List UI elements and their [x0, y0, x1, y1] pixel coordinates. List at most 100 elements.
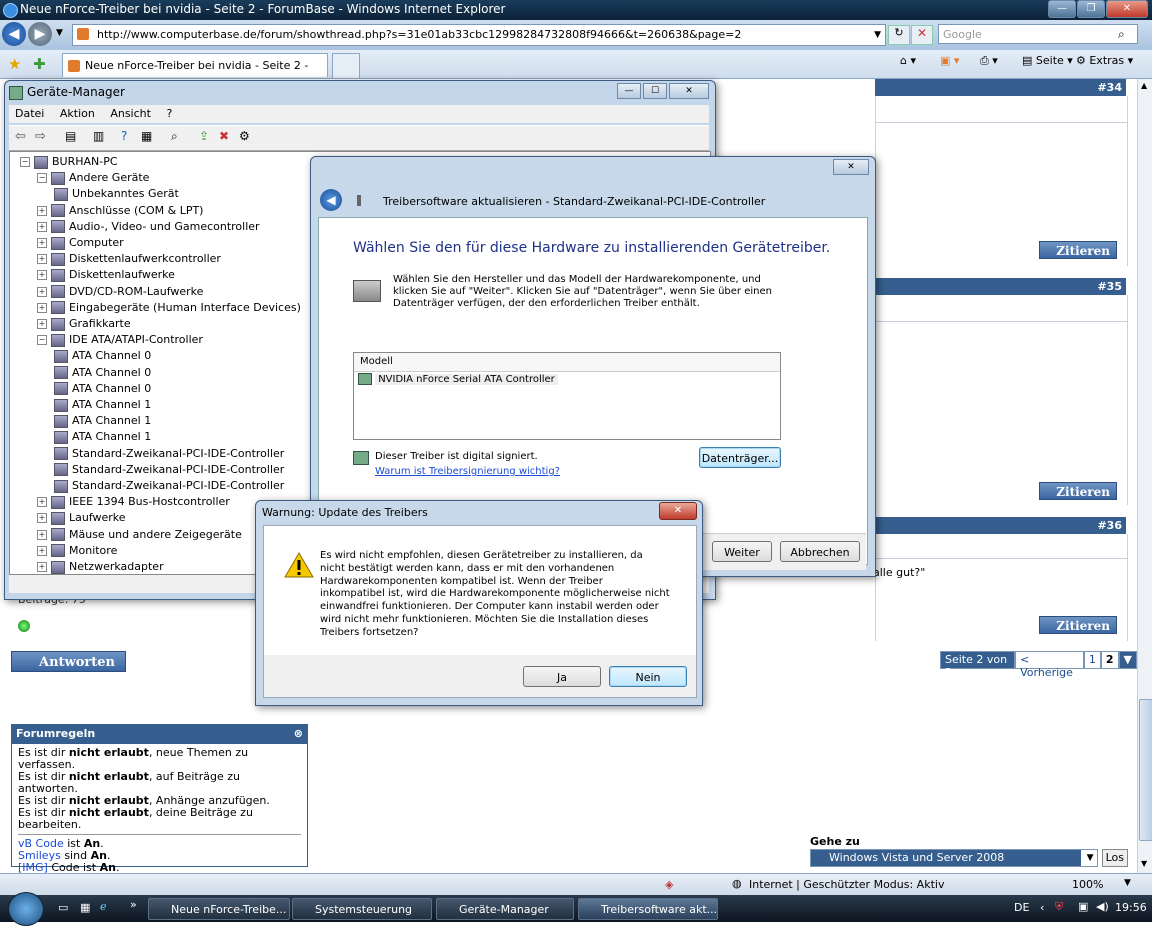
goto-dropdown-icon[interactable]: ▼ — [1087, 850, 1094, 866]
pagenav-dropdown-icon[interactable]: ▼ — [1118, 651, 1137, 669]
menu-datei[interactable]: Datei — [15, 107, 44, 120]
yes-button[interactable]: Ja — [523, 666, 601, 687]
tree-expander-icon[interactable]: + — [37, 286, 47, 297]
security-zone[interactable]: Internet | Geschützter Modus: Aktiv — [749, 878, 944, 891]
tree-node[interactable]: + Diskettenlaufwerke — [37, 267, 175, 283]
model-list[interactable]: Modell NVIDIA nForce Serial ATA Controll… — [353, 352, 781, 440]
tree-node[interactable]: + Anschlüsse (COM & LPT) — [37, 203, 203, 219]
collapse-icon[interactable]: ⊗ — [294, 727, 303, 740]
tree-node[interactable]: + Computer — [37, 235, 124, 251]
popup-blocker-icon[interactable]: ◈ — [665, 878, 673, 891]
tree-expander-icon[interactable]: + — [37, 513, 47, 524]
quote-button-35[interactable]: Zitieren — [1039, 482, 1117, 500]
wizard-back-button[interactable]: ◀ — [320, 189, 342, 211]
tree-node[interactable]: + Diskettenlaufwerkcontroller — [37, 251, 221, 267]
tree-expander-icon[interactable]: + — [37, 205, 47, 216]
tb-help-icon[interactable]: ? — [121, 129, 127, 143]
model-list-header[interactable]: Modell — [354, 353, 780, 372]
favorites-star-icon[interactable]: ★ — [8, 55, 21, 73]
no-button[interactable]: Nein — [609, 666, 687, 687]
model-list-item[interactable]: NVIDIA nForce Serial ATA Controller — [354, 372, 780, 388]
tree-node[interactable]: − BURHAN-PC — [20, 154, 118, 170]
tools-menu[interactable]: ⚙ Extras ▾ — [1076, 54, 1133, 67]
tree-node[interactable]: + DVD/CD-ROM-Laufwerke — [37, 284, 203, 300]
tree-node[interactable]: + IEEE 1394 Bus-Hostcontroller — [37, 494, 230, 510]
quote-button-36[interactable]: Zitieren — [1039, 616, 1117, 634]
signing-info-link[interactable]: Warum ist Treibersignierung wichtig? — [375, 466, 560, 477]
menu-aktion[interactable]: Aktion — [60, 107, 95, 120]
minimize-button[interactable]: — — [1048, 0, 1076, 18]
add-favorite-icon[interactable]: ✚ — [33, 55, 46, 73]
scroll-up-icon[interactable]: ▲ — [1141, 81, 1147, 90]
tray-network-icon[interactable]: ▣ — [1078, 900, 1088, 913]
history-dropdown-icon[interactable]: ▼ — [56, 28, 63, 38]
task-devmgr[interactable]: Geräte-Manager — [436, 898, 574, 920]
language-indicator[interactable]: DE — [1014, 901, 1029, 914]
tree-expander-icon[interactable]: + — [37, 221, 47, 232]
devmgr-maximize-button[interactable]: ☐ — [643, 83, 667, 99]
tree-expander-icon[interactable]: − — [37, 173, 47, 184]
tree-node[interactable]: ATA Channel 0 — [54, 365, 151, 381]
tray-volume-icon[interactable]: ◀) — [1096, 900, 1109, 913]
tree-node[interactable]: + Monitore — [37, 543, 117, 559]
tree-expander-icon[interactable]: + — [37, 270, 47, 281]
tb-properties-icon[interactable]: ▥ — [93, 129, 104, 143]
back-button[interactable]: ◀ — [2, 22, 26, 46]
pagenav-page-1[interactable]: 1 — [1083, 651, 1101, 669]
tb-back-icon[interactable]: ⇦ — [15, 129, 26, 144]
tree-node[interactable]: ATA Channel 1 — [54, 429, 151, 445]
tree-node[interactable]: + Grafikkarte — [37, 316, 131, 332]
tree-expander-icon[interactable]: + — [37, 319, 47, 329]
task-systemsteuerung[interactable]: Systemsteuerung — [292, 898, 432, 920]
warning-close-button[interactable]: ✕ — [659, 502, 697, 520]
goto-button[interactable]: Los — [1101, 849, 1128, 867]
tree-expander-icon[interactable]: + — [37, 562, 47, 572]
tree-node[interactable]: + Netzwerkadapter — [37, 559, 164, 574]
tree-node[interactable]: ATA Channel 0 — [54, 381, 151, 397]
maximize-button[interactable]: ❐ — [1077, 0, 1105, 18]
tb-scan-icon[interactable]: ⌕ — [171, 129, 178, 144]
print-icon[interactable]: ⎙ ▾ — [980, 54, 998, 68]
wizard-close-button[interactable]: ✕ — [833, 159, 869, 175]
address-url[interactable]: http://www.computerbase.de/forum/showthr… — [97, 25, 741, 45]
refresh-button[interactable]: ↻ — [888, 25, 910, 45]
cancel-button[interactable]: Abbrechen — [780, 541, 860, 562]
task-ie[interactable]: Neue nForce-Treibe... — [148, 898, 290, 920]
clock[interactable]: 19:56 — [1115, 901, 1147, 914]
quote-button-34[interactable]: Zitieren — [1039, 241, 1117, 259]
tb-update-driver-icon[interactable]: ⇪ — [199, 129, 209, 143]
switch-windows-icon[interactable]: ▦ — [80, 901, 90, 914]
tree-node[interactable]: + Laufwerke — [37, 510, 126, 526]
ie-quicklaunch-icon[interactable]: ℯ — [100, 900, 107, 913]
tray-security-icon[interactable]: ⛨ — [1055, 900, 1063, 914]
menu-ansicht[interactable]: Ansicht — [110, 107, 151, 120]
tree-node[interactable]: − IDE ATA/ATAPI-Controller — [37, 332, 203, 348]
tree-expander-icon[interactable]: + — [37, 529, 47, 540]
tree-node[interactable]: + Eingabegeräte (Human Interface Devices) — [37, 300, 301, 316]
tb-up-icon[interactable]: ▤ — [65, 129, 76, 143]
devmgr-close-button[interactable]: ✕ — [669, 83, 709, 99]
tree-node[interactable]: + Mäuse und andere Zeigegeräte — [37, 527, 242, 543]
tree-expander-icon[interactable]: − — [20, 157, 30, 167]
scroll-thumb[interactable] — [1139, 699, 1152, 841]
tree-node[interactable]: Standard-Zweikanal-PCI-IDE-Controller — [54, 446, 284, 462]
zoom-level[interactable]: 100% — [1072, 878, 1103, 891]
tree-expander-icon[interactable]: + — [37, 545, 47, 556]
tb-view-icon[interactable]: ▦ — [141, 129, 152, 143]
stop-button[interactable]: ✕ — [911, 25, 933, 45]
tb-uninstall-icon[interactable]: ✖ — [219, 129, 229, 143]
tree-node[interactable]: ATA Channel 1 — [54, 397, 151, 413]
tree-node[interactable]: Standard-Zweikanal-PCI-IDE-Controller — [54, 462, 284, 478]
devmgr-minimize-button[interactable]: — — [617, 83, 641, 99]
scroll-down-icon[interactable]: ▼ — [1141, 859, 1147, 868]
tray-expand-icon[interactable]: ‹ — [1040, 901, 1044, 914]
tree-node[interactable]: Unbekanntes Gerät — [54, 186, 179, 202]
new-tab-button[interactable] — [332, 53, 360, 78]
tree-node[interactable]: − Andere Geräte — [37, 170, 149, 186]
tree-node[interactable]: ATA Channel 0 — [54, 348, 151, 364]
page-menu[interactable]: ▤ Seite ▾ — [1022, 54, 1073, 67]
address-bar[interactable]: http://www.computerbase.de/forum/showthr… — [72, 24, 886, 46]
reply-button[interactable]: Antworten — [11, 651, 126, 672]
tree-expander-icon[interactable]: + — [37, 302, 47, 313]
goto-select[interactable]: Windows Vista und Server 2008 ▼ — [810, 849, 1098, 867]
